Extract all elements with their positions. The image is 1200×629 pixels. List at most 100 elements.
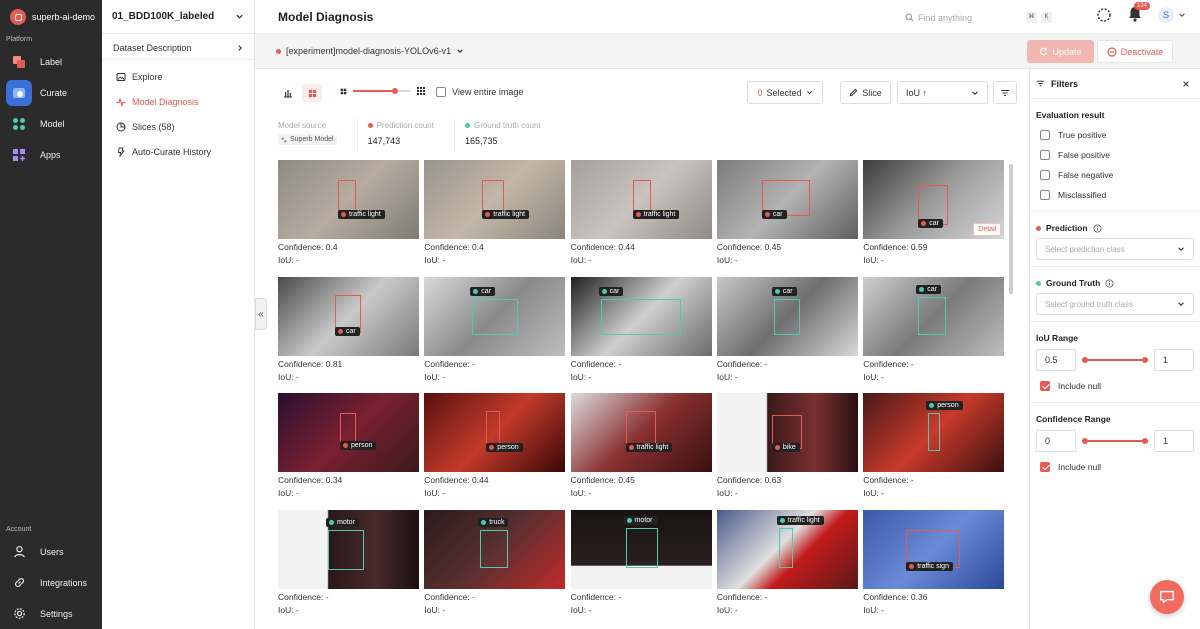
image-card[interactable]: traffic sign Confidence: 0.36 IoU: - bbox=[863, 509, 1005, 617]
notifications-button[interactable]: 124 bbox=[1128, 2, 1151, 24]
image-thumbnail[interactable]: person bbox=[863, 393, 1005, 472]
iou-min-input[interactable]: 0.5 bbox=[1036, 349, 1076, 371]
thumbnail-size-slider[interactable] bbox=[340, 87, 425, 95]
confidence-max-knob[interactable] bbox=[1142, 438, 1148, 444]
dataset-nav-auto-curate-history[interactable]: Auto-Curate History bbox=[116, 139, 254, 164]
image-card[interactable]: motor Confidence: - IoU: - bbox=[278, 509, 419, 617]
collapse-panel-button[interactable]: « bbox=[255, 298, 267, 330]
iou-min-knob[interactable] bbox=[1082, 357, 1088, 363]
iou-include-null-checkbox[interactable] bbox=[1040, 381, 1050, 391]
eval-option-false-positive[interactable]: False positive bbox=[1036, 145, 1194, 165]
eval-option-true-positive[interactable]: True positive bbox=[1036, 125, 1194, 145]
image-thumbnail[interactable]: traffic light bbox=[716, 509, 858, 589]
sidebar-item-curate[interactable]: Curate bbox=[0, 77, 102, 108]
sidebar-item-label[interactable]: Label bbox=[0, 46, 102, 77]
eval-option-checkbox[interactable] bbox=[1040, 190, 1050, 200]
org-switcher[interactable]: superb-ai-demo bbox=[0, 0, 102, 34]
confidence-value: Confidence: 0.36 bbox=[863, 591, 928, 602]
prediction-class-select[interactable]: Select prediction class bbox=[1036, 238, 1194, 260]
view-entire-image-toggle[interactable]: View entire image bbox=[436, 87, 523, 97]
image-card[interactable]: bike Confidence: 0.63 IoU: - bbox=[716, 393, 858, 500]
image-card[interactable]: traffic light Confidence: 0.44 IoU: - bbox=[570, 160, 712, 267]
image-thumbnail[interactable]: truck bbox=[424, 509, 566, 589]
image-thumbnail[interactable]: car Detail bbox=[863, 160, 1005, 239]
eval-option-misclassified[interactable]: Misclassified bbox=[1036, 185, 1194, 205]
slider-knob[interactable] bbox=[391, 88, 398, 94]
image-card[interactable]: car Detail Confidence: 0.59 IoU: - bbox=[863, 160, 1005, 267]
dataset-nav-slices[interactable]: Slices (58) bbox=[116, 114, 254, 139]
sidebar-item-model[interactable]: Model bbox=[0, 108, 102, 139]
image-card[interactable]: car Confidence: - IoU: - bbox=[424, 276, 566, 384]
dataset-switcher[interactable]: 01_BDD100K_labeled bbox=[102, 0, 254, 34]
sidebar-item-integrations[interactable]: Integrations bbox=[0, 567, 102, 598]
image-card[interactable]: car Confidence: - IoU: - bbox=[570, 276, 712, 384]
image-card[interactable]: person Confidence: - IoU: - bbox=[863, 393, 1005, 500]
image-card[interactable]: traffic light Confidence: - IoU: - bbox=[716, 509, 858, 617]
confidence-max-input[interactable]: 1 bbox=[1154, 430, 1194, 452]
iou-max-knob[interactable] bbox=[1142, 357, 1148, 363]
eval-option-false-negative[interactable]: False negative bbox=[1036, 165, 1194, 185]
selection-dropdown[interactable]: 0 Selected bbox=[747, 81, 823, 104]
image-thumbnail[interactable]: person bbox=[424, 393, 566, 472]
image-card[interactable]: traffic light Confidence: 0.45 IoU: - bbox=[570, 393, 712, 500]
dataset-nav-model-diagnosis[interactable]: Model Diagnosis bbox=[116, 89, 254, 114]
search-input[interactable]: Find anything ⌘ K bbox=[905, 9, 1055, 26]
chart-view-button[interactable] bbox=[278, 84, 298, 102]
eval-option-checkbox[interactable] bbox=[1040, 150, 1050, 160]
confidence-range-slider[interactable]: 0 1 bbox=[1036, 429, 1194, 453]
image-card[interactable]: traffic light Confidence: 0.4 IoU: - bbox=[278, 160, 419, 267]
image-thumbnail[interactable]: car bbox=[424, 276, 566, 356]
dataset-nav-explore[interactable]: Explore bbox=[116, 64, 254, 89]
grid-view-button[interactable] bbox=[302, 84, 322, 102]
confidence-include-null-checkbox[interactable] bbox=[1040, 462, 1050, 472]
detail-button[interactable]: Detail bbox=[973, 223, 1002, 236]
image-thumbnail[interactable]: car bbox=[716, 160, 858, 239]
image-thumbnail[interactable]: motor bbox=[278, 509, 419, 589]
image-card[interactable]: traffic light Confidence: 0.4 IoU: - bbox=[424, 160, 566, 267]
user-menu[interactable]: S bbox=[1158, 7, 1186, 23]
sidebar-item-settings[interactable]: Settings bbox=[0, 598, 102, 629]
image-thumbnail[interactable]: person bbox=[278, 393, 419, 472]
close-icon[interactable] bbox=[1182, 80, 1190, 88]
image-thumbnail[interactable]: traffic light bbox=[278, 160, 419, 239]
experiment-selector[interactable]: [experiment]model-diagnosis-YOLOv6-v1 bbox=[276, 46, 464, 56]
view-entire-checkbox[interactable] bbox=[436, 87, 446, 97]
image-card[interactable]: person Confidence: 0.34 IoU: - bbox=[278, 393, 419, 500]
image-card[interactable]: person Confidence: 0.44 IoU: - bbox=[424, 393, 566, 500]
sidebar-item-apps[interactable]: Apps bbox=[0, 139, 102, 170]
image-thumbnail[interactable]: traffic light bbox=[424, 160, 566, 239]
chat-support-button[interactable] bbox=[1150, 580, 1184, 614]
sidebar-item-users[interactable]: Users bbox=[0, 536, 102, 567]
iou-include-null[interactable]: Include null bbox=[1036, 376, 1194, 396]
confidence-min-input[interactable]: 0 bbox=[1036, 430, 1076, 452]
image-thumbnail[interactable]: bike bbox=[716, 393, 858, 472]
image-thumbnail[interactable]: car bbox=[716, 276, 858, 356]
iou-range-slider[interactable]: 0.5 1 bbox=[1036, 348, 1194, 372]
image-card[interactable]: car Confidence: 0.81 IoU: - bbox=[278, 276, 419, 384]
eval-option-checkbox[interactable] bbox=[1040, 130, 1050, 140]
ground-truth-class-select[interactable]: Select ground truth class bbox=[1036, 293, 1194, 315]
dataset-description-toggle[interactable]: Dataset Description bbox=[102, 36, 254, 60]
image-card[interactable]: motor Confidence: - IoU: - bbox=[570, 509, 712, 617]
image-thumbnail[interactable]: traffic light bbox=[570, 160, 712, 239]
image-card[interactable]: car Confidence: - IoU: - bbox=[863, 276, 1005, 384]
image-thumbnail[interactable]: traffic sign bbox=[863, 509, 1005, 589]
image-card[interactable]: car Confidence: - IoU: - bbox=[716, 276, 858, 384]
confidence-include-null[interactable]: Include null bbox=[1036, 457, 1194, 477]
image-thumbnail[interactable]: car bbox=[570, 276, 712, 356]
deactivate-button[interactable]: Deactivate bbox=[1097, 40, 1173, 63]
confidence-min-knob[interactable] bbox=[1082, 438, 1088, 444]
image-thumbnail[interactable]: traffic light bbox=[570, 393, 712, 472]
slice-button[interactable]: Slice bbox=[840, 81, 891, 104]
image-thumbnail[interactable]: car bbox=[278, 276, 419, 356]
image-thumbnail[interactable]: car bbox=[863, 276, 1005, 356]
image-card[interactable]: car Confidence: 0.45 IoU: - bbox=[716, 160, 858, 267]
filter-toggle-button[interactable] bbox=[993, 81, 1017, 104]
image-card[interactable]: truck Confidence: - IoU: - bbox=[424, 509, 566, 617]
scrollbar[interactable] bbox=[1009, 164, 1013, 294]
iou-max-input[interactable]: 1 bbox=[1154, 349, 1194, 371]
update-button[interactable]: Update bbox=[1027, 40, 1094, 63]
eval-option-checkbox[interactable] bbox=[1040, 170, 1050, 180]
sort-dropdown[interactable]: IoU ↑ bbox=[897, 81, 988, 104]
image-thumbnail[interactable]: motor bbox=[570, 509, 712, 589]
